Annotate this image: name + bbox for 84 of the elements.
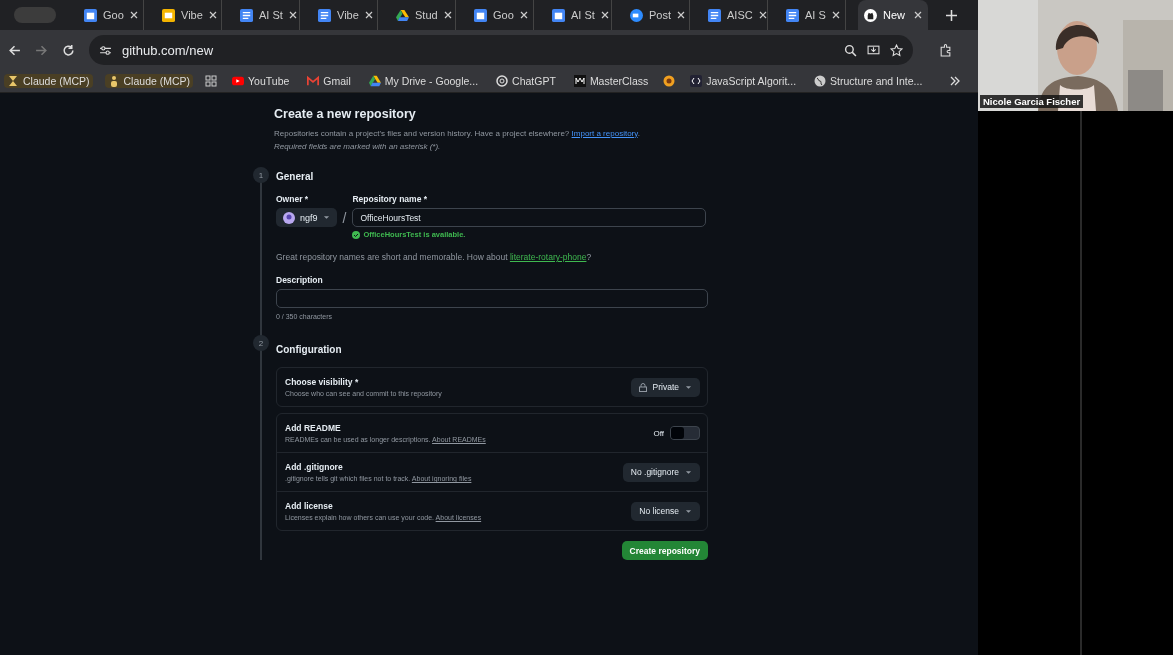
bookmark[interactable]: ChatGPT bbox=[493, 74, 559, 88]
zoom-icon[interactable] bbox=[844, 43, 857, 57]
option-title: Add .gitignore bbox=[285, 462, 344, 472]
bookmark[interactable]: YouTube bbox=[229, 74, 293, 88]
site-settings-icon[interactable] bbox=[99, 43, 112, 57]
chatgpt-icon bbox=[496, 75, 509, 87]
bookmark[interactable]: Claude (MCP) bbox=[104, 74, 194, 88]
bookmark[interactable]: JavaScript Algorit... bbox=[687, 74, 800, 88]
caret-icon bbox=[685, 469, 692, 475]
bookmark[interactable]: MasterClass bbox=[570, 74, 652, 88]
option-title: Choose visibility * bbox=[285, 377, 360, 387]
owner-dropdown[interactable]: ngf9 bbox=[276, 208, 337, 227]
field-label: Description bbox=[276, 275, 324, 285]
readme-toggle[interactable] bbox=[670, 426, 700, 440]
document-icon bbox=[708, 8, 721, 22]
document-icon bbox=[786, 8, 799, 22]
step-number: 2 bbox=[253, 335, 269, 351]
gmail-icon bbox=[307, 75, 320, 87]
select-dropdown[interactable]: No .gitignore bbox=[622, 462, 700, 482]
document-icon bbox=[240, 8, 253, 22]
suggestion-link[interactable]: literate-rotary-phone bbox=[509, 252, 587, 262]
avatar-icon bbox=[283, 211, 295, 224]
brackets-icon bbox=[690, 75, 703, 87]
caret-icon bbox=[685, 508, 692, 514]
chevrons-icon[interactable] bbox=[950, 76, 960, 86]
intro-text: Repositories contain a project's files and version history. Have a project elsewhere? Import a repository. bbox=[274, 128, 641, 140]
close-icon[interactable] bbox=[443, 11, 452, 19]
description-field[interactable] bbox=[276, 289, 708, 308]
participant-name: Nicole Garcia Fischer bbox=[980, 95, 1084, 108]
hourglass-icon bbox=[7, 75, 19, 87]
select-dropdown[interactable]: No license bbox=[631, 501, 700, 521]
browser-tab[interactable]: New bbox=[858, 0, 928, 30]
github-icon bbox=[864, 8, 877, 22]
visibility-dropdown[interactable]: Private bbox=[630, 377, 700, 397]
check-circle-icon bbox=[352, 230, 361, 239]
apps-grid-icon[interactable] bbox=[205, 75, 218, 87]
toggle-state: Off bbox=[653, 428, 664, 438]
repository-name-field[interactable]: OfficeHoursTest bbox=[352, 208, 707, 227]
field-label: Repository name * bbox=[352, 194, 429, 204]
import-link[interactable]: Import a repository bbox=[571, 129, 638, 138]
section-title: General bbox=[276, 171, 315, 182]
close-icon[interactable] bbox=[364, 11, 373, 19]
slash-separator: / bbox=[342, 210, 347, 226]
forward-icon[interactable] bbox=[35, 43, 48, 57]
install-icon[interactable] bbox=[867, 43, 880, 57]
field-label: Owner * bbox=[276, 194, 310, 204]
option-title: Add license bbox=[285, 501, 334, 511]
close-icon[interactable] bbox=[208, 11, 217, 19]
suggestion-text: Great repository names are short and memorable. How about literate-rotary-phone? bbox=[276, 252, 593, 262]
step-number: 1 bbox=[253, 167, 269, 183]
bookmark[interactable]: Claude (MCP) bbox=[4, 74, 93, 88]
close-icon[interactable] bbox=[758, 11, 767, 19]
option-title: Add README bbox=[285, 423, 342, 433]
flower-icon[interactable] bbox=[663, 75, 676, 87]
close-icon[interactable] bbox=[129, 11, 138, 19]
zoom-icon bbox=[630, 8, 643, 22]
close-icon[interactable] bbox=[600, 11, 609, 19]
close-icon[interactable] bbox=[831, 11, 840, 19]
bookmark[interactable]: Structure and Inte... bbox=[811, 74, 926, 88]
caret-icon bbox=[685, 384, 692, 390]
back-icon[interactable] bbox=[8, 43, 21, 57]
drive-icon bbox=[368, 75, 381, 87]
reload-icon[interactable] bbox=[62, 43, 75, 57]
drive-icon bbox=[396, 8, 409, 22]
bookmark[interactable]: My Drive - Google... bbox=[365, 74, 482, 88]
section-title: Configuration bbox=[276, 344, 343, 355]
close-icon[interactable] bbox=[519, 11, 528, 19]
required-note: Required fields are marked with an asterisk (*). bbox=[274, 141, 442, 153]
star-icon[interactable] bbox=[890, 43, 903, 57]
close-icon[interactable] bbox=[288, 11, 297, 19]
page-title: Create a new repository bbox=[274, 107, 417, 121]
new-tab-icon[interactable] bbox=[946, 9, 957, 21]
slides-icon bbox=[162, 8, 175, 22]
create-repository-button[interactable]: Create repository bbox=[621, 541, 708, 560]
caret-icon bbox=[322, 215, 330, 220]
lock-icon bbox=[638, 382, 647, 392]
document-icon bbox=[318, 8, 331, 22]
address-bar[interactable]: github.com/new bbox=[89, 35, 913, 65]
close-icon[interactable] bbox=[914, 11, 922, 19]
masterclass-icon bbox=[573, 75, 586, 87]
youtube-icon bbox=[232, 75, 245, 87]
bookmark[interactable]: Gmail bbox=[304, 74, 354, 88]
close-icon[interactable] bbox=[677, 11, 685, 19]
puzzle-icon[interactable] bbox=[939, 43, 952, 57]
